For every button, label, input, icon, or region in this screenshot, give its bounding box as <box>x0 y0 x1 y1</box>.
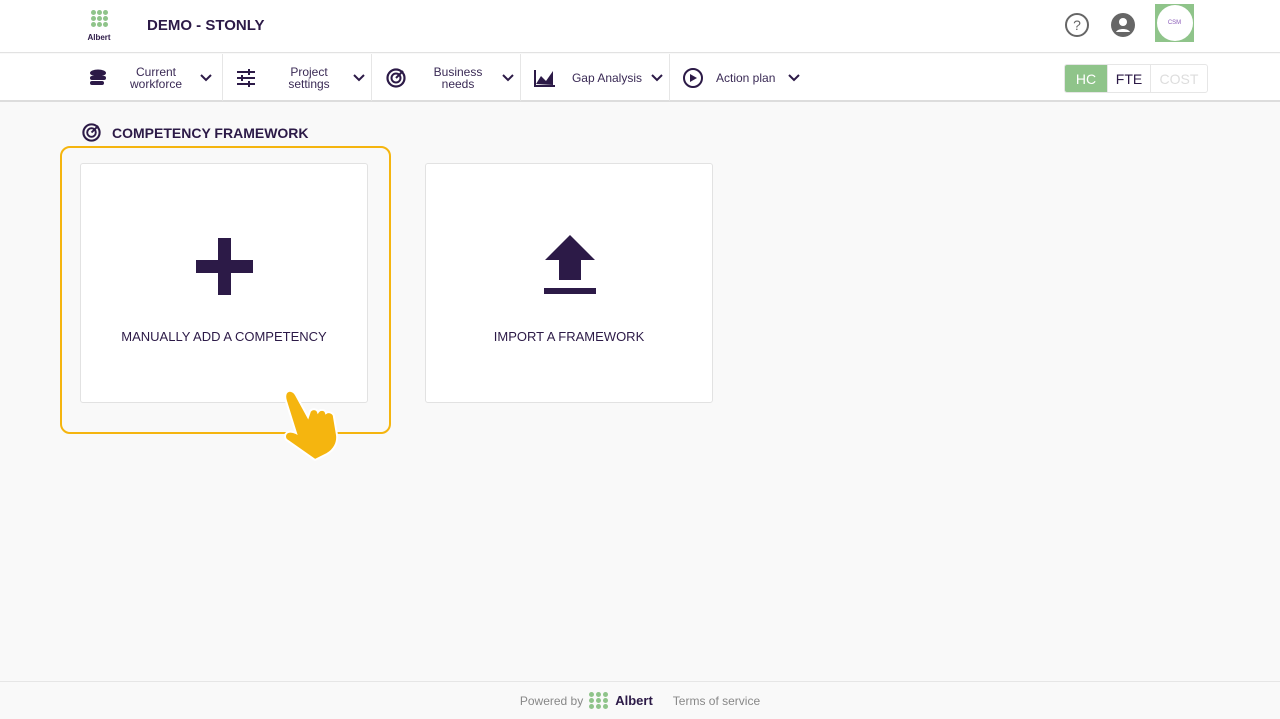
toggle-cost[interactable]: COST <box>1151 65 1207 92</box>
terms-of-service-link[interactable]: Terms of service <box>673 694 760 708</box>
main-nav: Current workforce Project settings Busin… <box>0 54 1280 102</box>
nav-label: Action plan <box>716 70 776 85</box>
pointing-hand-icon <box>284 389 339 461</box>
logo-text: Albert <box>87 33 111 42</box>
nav-label: Project settings <box>288 64 330 91</box>
footer: Powered by Albert Terms of service <box>0 681 1280 719</box>
nav-business-needs[interactable]: Business needs <box>372 54 521 101</box>
database-icon <box>90 69 106 85</box>
toggle-hc[interactable]: HC <box>1065 65 1108 92</box>
target-icon <box>82 123 101 142</box>
account-icon[interactable] <box>1110 12 1136 38</box>
nav-label: Current workforce <box>129 64 182 91</box>
upload-icon <box>544 235 596 294</box>
albert-logo-icon <box>589 692 609 709</box>
import-framework-card[interactable]: IMPORT A FRAMEWORK <box>425 163 713 403</box>
area-chart-icon <box>534 69 555 87</box>
chevron-down-icon <box>353 73 365 81</box>
chevron-down-icon <box>200 73 212 81</box>
chevron-down-icon <box>502 73 514 81</box>
nav-label: Gap Analysis <box>571 70 643 85</box>
avatar[interactable]: CSM <box>1155 4 1194 42</box>
manually-add-competency-card[interactable]: MANUALLY ADD A COMPETENCY <box>80 163 368 403</box>
nav-project-settings[interactable]: Project settings <box>223 54 372 101</box>
footer-brand[interactable]: Albert <box>615 693 653 708</box>
nav-label: Business needs <box>433 64 483 91</box>
powered-by-text: Powered by <box>519 693 584 708</box>
play-circle-icon <box>683 67 703 88</box>
chevron-down-icon <box>651 73 663 81</box>
nav-action-plan[interactable]: Action plan <box>670 54 810 101</box>
help-icon[interactable]: ? <box>1064 12 1090 38</box>
top-bar: Albert DEMO - STONLY ? CSM <box>0 0 1280 53</box>
card-label: IMPORT A FRAMEWORK <box>493 329 645 344</box>
toggle-fte[interactable]: FTE <box>1108 65 1151 92</box>
nav-gap-analysis[interactable]: Gap Analysis <box>521 54 670 101</box>
target-icon <box>386 67 406 88</box>
chevron-down-icon <box>788 73 800 81</box>
sliders-icon <box>237 68 255 87</box>
project-title: DEMO - STONLY <box>147 17 265 34</box>
section-title: COMPETENCY FRAMEWORK <box>112 124 309 141</box>
albert-logo[interactable]: Albert <box>84 10 114 45</box>
plus-icon <box>196 238 253 295</box>
avatar-text: CSM <box>1156 5 1193 41</box>
card-label: MANUALLY ADD A COMPETENCY <box>121 329 327 344</box>
nav-current-workforce[interactable]: Current workforce <box>80 54 223 101</box>
svg-text:?: ? <box>1073 17 1081 33</box>
metric-toggle: HC FTE COST <box>1064 64 1208 93</box>
section-heading: COMPETENCY FRAMEWORK <box>81 122 309 143</box>
